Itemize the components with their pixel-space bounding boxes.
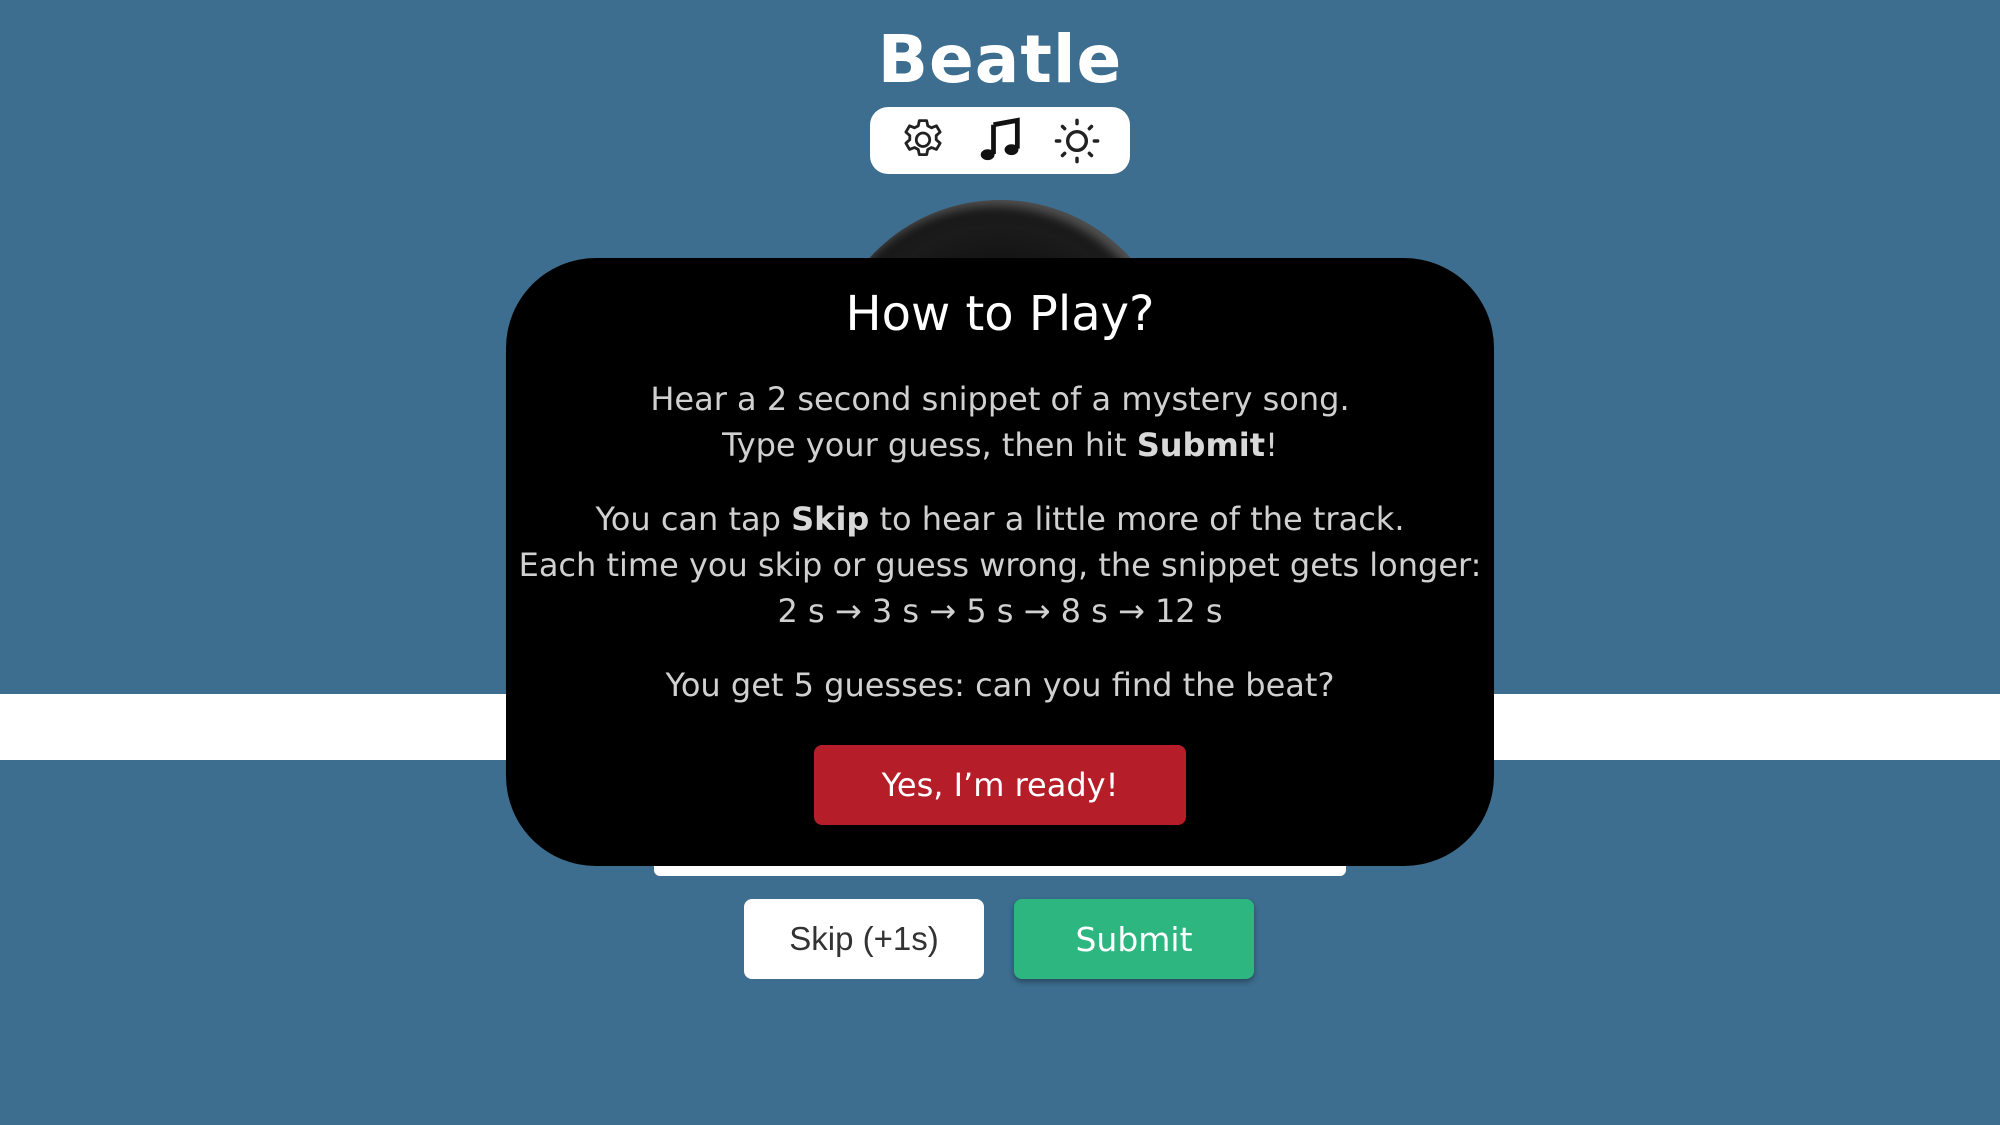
instruction-line: You get 5 guesses: can you find the beat… [665,666,1335,704]
toolbar [870,107,1130,174]
instructions-paragraph: You can tap Skip to hear a little more o… [506,496,1494,634]
instruction-text: Type your guess, then hit [722,426,1137,464]
instruction-text: ! [1265,426,1278,464]
instruction-line: Hear a 2 second snippet of a mystery son… [650,380,1350,418]
snippet-durations: 2 s → 3 s → 5 s → 8 s → 12 s [777,592,1223,630]
submit-emphasis: Submit [1136,426,1266,464]
instruction-line: Each time you skip or guess wrong, the s… [518,546,1482,584]
submit-button[interactable]: Submit [1014,899,1254,979]
app-title: Beatle [877,21,1123,98]
instructions-paragraph: You get 5 guesses: can you find the beat… [506,662,1494,708]
instruction-line: You can tap Skip to hear a little more o… [506,496,1494,542]
ready-button[interactable]: Yes, I’m ready! [814,745,1186,825]
skip-button[interactable]: Skip (+1s) [744,899,984,979]
how-to-play-modal: How to Play? Hear a 2 second snippet of … [506,258,1494,866]
sun-icon [1054,118,1100,163]
theme-toggle-button[interactable] [1047,111,1107,171]
instructions-paragraph: Hear a 2 second snippet of a mystery son… [506,376,1494,468]
music-note-icon [980,117,1020,160]
instruction-text: You can tap [595,500,792,538]
gear-icon [904,118,942,156]
skip-emphasis: Skip [791,500,870,538]
modal-instructions: Hear a 2 second snippet of a mystery son… [506,376,1494,736]
settings-button[interactable] [893,111,953,171]
music-button[interactable] [970,111,1030,171]
instruction-text: to hear a little more of the track. [869,500,1405,538]
modal-title: How to Play? [845,286,1155,342]
instruction-line: Type your guess, then hit Submit! [506,422,1494,468]
